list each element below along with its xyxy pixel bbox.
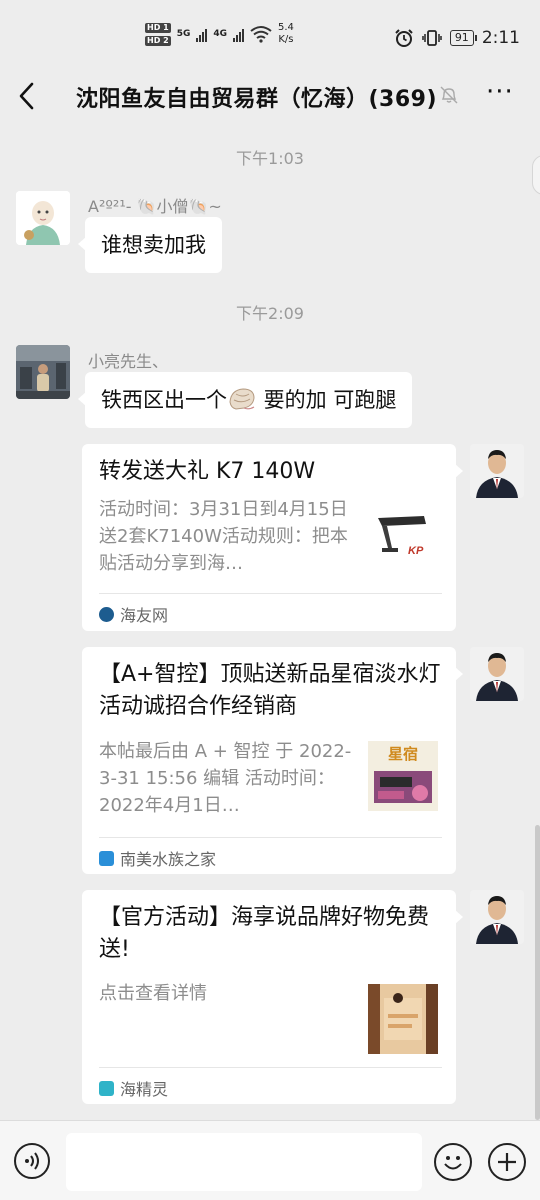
speed-unit: K/s: [278, 34, 294, 45]
avatar-man-photo: [470, 647, 524, 701]
chat-header: 沈阳鱼友自由贸易群（忆海）(369) ···: [0, 72, 540, 120]
avatar[interactable]: [470, 444, 524, 498]
status-right: 91 2:11: [394, 28, 520, 48]
hd-badges: HD 1 HD 2: [145, 22, 171, 46]
network-5g-label: 5G: [176, 29, 191, 39]
product-lamp-image: KP: [368, 504, 438, 574]
scrollbar[interactable]: [535, 825, 540, 1120]
link-card-title: 【官方活动】海享说品牌好物免费送!: [99, 905, 430, 962]
link-card-thumbnail: [368, 984, 438, 1054]
conch-shell-icon: [229, 388, 255, 410]
link-card-thumbnail: 星宿: [368, 741, 438, 811]
message-text-part2: 要的加 可跑腿: [257, 388, 397, 412]
link-card-thumbnail: KP: [368, 504, 438, 574]
link-card[interactable]: 【A+智控】顶贴送新品星宿淡水灯活动诚招合作经销商 本帖最后由 A + 智控 于…: [82, 647, 463, 874]
sender-name: 小亮先生、: [88, 352, 169, 371]
hd2-badge: HD 2: [145, 35, 171, 46]
link-card-title: 【A+智控】顶贴送新品星宿淡水灯活动诚招合作经销商: [99, 662, 441, 719]
link-card[interactable]: 【官方活动】海享说品牌好物免费送! 点击查看详情 海精灵: [82, 890, 463, 1104]
thumb-label: KP: [408, 545, 424, 557]
source-logo-icon: [99, 1080, 114, 1096]
link-card-source: 海友网: [99, 602, 168, 626]
voice-button[interactable]: [14, 1143, 50, 1179]
battery-indicator: 91: [449, 30, 477, 46]
wifi-icon: [250, 26, 272, 43]
link-card-description: 本帖最后由 A + 智控 于 2022-3-31 15:56 编辑 活动时间：2…: [99, 741, 352, 816]
emoji-button[interactable]: [434, 1143, 472, 1181]
chevron-left-icon[interactable]: [12, 78, 44, 114]
avatar-man-photo: [470, 890, 524, 944]
link-card-description: 活动时间：3月31日到4月15日送2套K7140W活动规则：把本贴活动分享到海…: [99, 499, 348, 574]
status-bar: HD 1 HD 2 5G 4G 5.4 K/s 91 2:11: [0, 0, 540, 72]
signal-icon-2: [233, 26, 244, 42]
message-text-part1: 铁西区出一个: [101, 388, 227, 412]
clock: 2:11: [481, 28, 520, 48]
signal-icon: [196, 26, 208, 42]
source-logo-icon: [99, 850, 114, 866]
avatar[interactable]: [470, 890, 524, 944]
timestamp: 下午2:09: [236, 304, 304, 323]
product-poster-image: 星宿: [368, 741, 438, 811]
thumb-label: 星宿: [388, 745, 418, 763]
link-card-description: 点击查看详情: [99, 983, 207, 1004]
avatar[interactable]: [16, 345, 70, 399]
link-card-source: 南美水族之家: [99, 846, 216, 870]
message-bubble[interactable]: 铁西区出一个 要的加 可跑腿: [77, 372, 413, 428]
sender-name: A²º²¹- 🐚小僧🐚~: [88, 197, 222, 216]
avatar-gym-photo: [16, 345, 70, 399]
link-card-divider: [99, 1067, 442, 1068]
message-bubble[interactable]: 谁想卖加我: [78, 217, 222, 273]
link-card-source-name: 海精灵: [120, 1080, 169, 1099]
avatar[interactable]: [16, 191, 70, 245]
source-logo-icon: [99, 606, 114, 622]
blurred-thumbnail-image: [368, 984, 438, 1054]
timestamp: 下午1:03: [236, 149, 304, 168]
hd1-badge: HD 1: [145, 22, 171, 33]
more-options-button[interactable]: ···: [486, 79, 514, 105]
plus-button[interactable]: [488, 1143, 526, 1181]
link-card-source-name: 南美水族之家: [120, 850, 217, 869]
link-card-source-name: 海友网: [120, 606, 169, 625]
message-text: 谁想卖加我: [101, 233, 206, 257]
alarm-icon: [395, 29, 413, 47]
bell-off-icon: [440, 86, 458, 104]
input-bar: [0, 1120, 540, 1200]
link-card[interactable]: 转发送大礼 K7 140W 活动时间：3月31日到4月15日送2套K7140W活…: [82, 444, 463, 631]
link-card-divider: [99, 593, 442, 594]
plus-icon: [498, 1153, 516, 1171]
link-card-title: 转发送大礼 K7 140W: [99, 459, 316, 484]
avatar-monk-illustration: [16, 191, 70, 245]
link-card-source: 海精灵: [99, 1076, 168, 1100]
link-card-divider: [99, 837, 442, 838]
status-left: HD 1 HD 2 5G 4G 5.4 K/s: [145, 22, 294, 46]
network-4g-label: 4G: [213, 29, 227, 39]
message-input[interactable]: [66, 1133, 422, 1191]
avatar-man-photo: [470, 444, 524, 498]
net-speed: 5.4 K/s: [278, 22, 294, 46]
voice-icon: [25, 1152, 39, 1170]
avatar[interactable]: [470, 647, 524, 701]
emoji-icon: [444, 1156, 462, 1170]
vibrate-icon: [422, 30, 442, 46]
chat-title: 沈阳鱼友自由贸易群（忆海）(369): [76, 87, 438, 112]
speed-value: 5.4: [278, 22, 294, 33]
